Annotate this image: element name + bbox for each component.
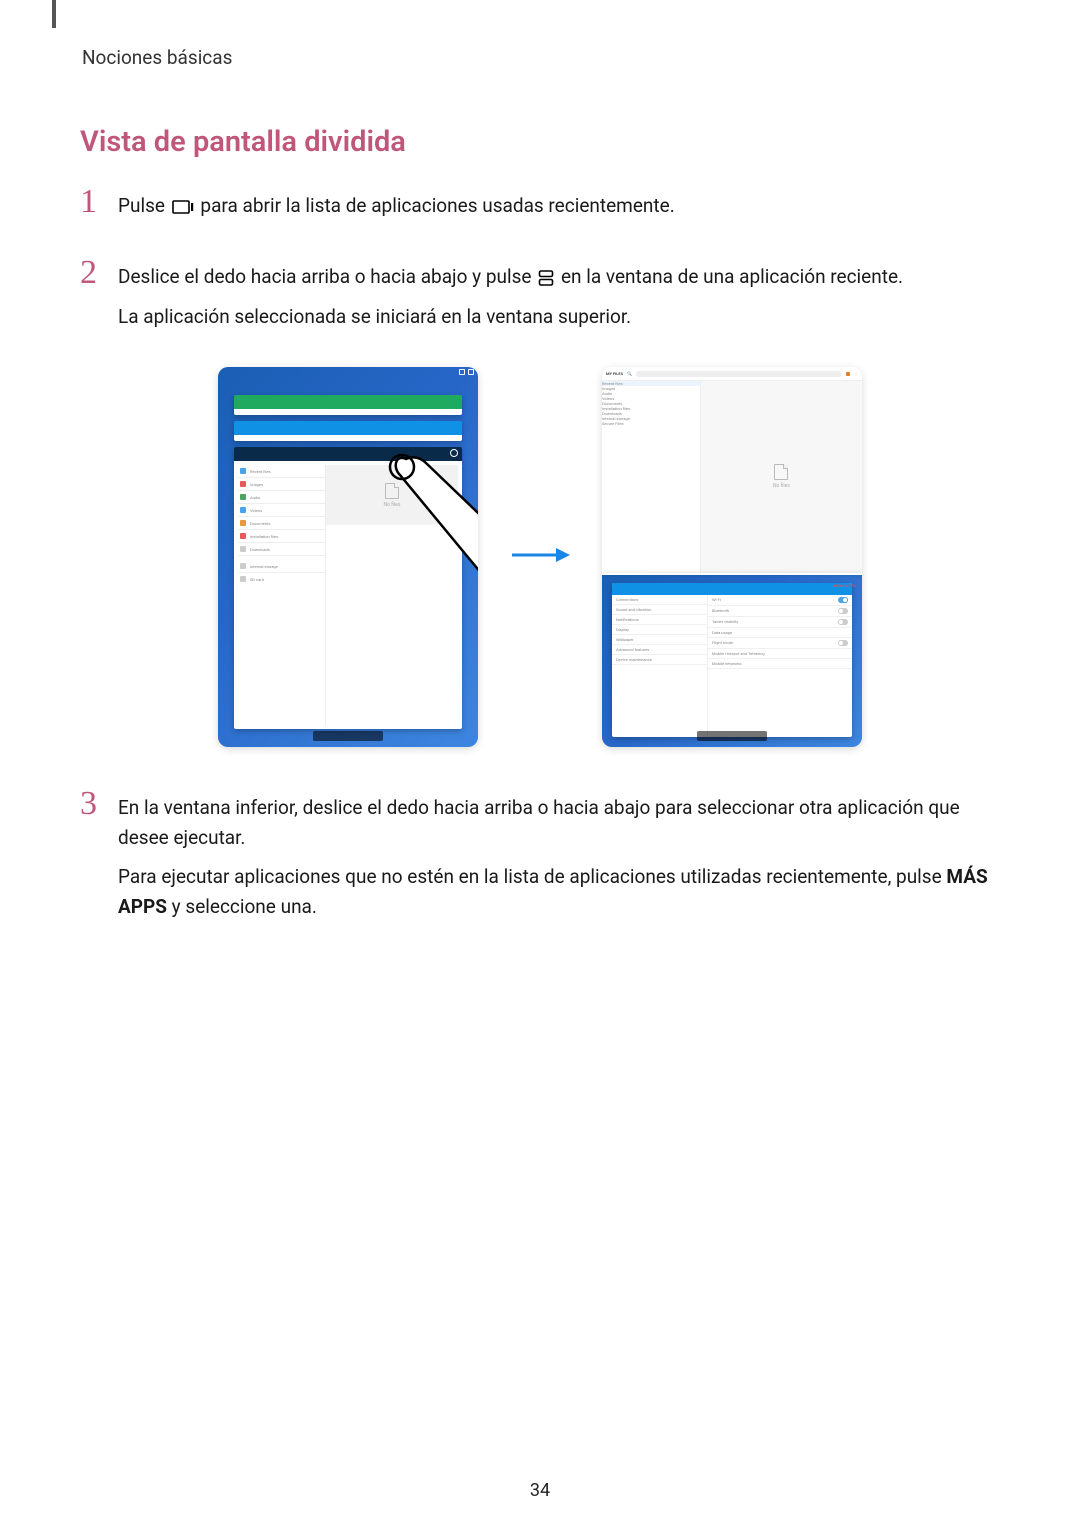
list-item: Internal storage — [250, 564, 278, 569]
split-bottom-pane: MORE APPS Connections Sound and vibratio… — [602, 573, 862, 748]
text: Deslice el dedo hacia arriba o hacia aba… — [118, 265, 536, 288]
settings-value: Mobile Hotspot and Tethering — [712, 651, 765, 656]
section-title: Vista de pantalla dividida — [80, 125, 1000, 159]
tablet-after: MY FILES 🔍 ⋮ Recent files Images Audio V… — [602, 367, 862, 747]
list-item: Downloads — [250, 547, 270, 552]
arrow-right-icon — [510, 545, 570, 569]
step-body: Pulse para abrir la lista de aplicacione… — [118, 185, 1000, 230]
text: para abrir la lista de aplicaciones usad… — [200, 194, 674, 217]
tablet-before: Recent files Images Audio Videos Documen… — [218, 367, 478, 747]
split-view-icon[interactable] — [450, 449, 458, 457]
settings-value: Flight mode — [712, 640, 733, 645]
step-number: 1 — [80, 185, 102, 230]
settings-value: Bluetooth — [712, 608, 729, 613]
list-item[interactable]: Secure Files — [602, 421, 624, 426]
step-number: 2 — [80, 256, 102, 341]
settings-value: Data usage — [712, 630, 732, 635]
list-item: SD card — [250, 577, 264, 582]
page-tab-mark — [52, 0, 56, 28]
recent-apps-icon — [172, 193, 194, 207]
text: Pulse — [118, 194, 170, 217]
page-number: 34 — [0, 1480, 1080, 1501]
settings-value: Tablet visibility — [712, 619, 738, 624]
text: y seleccione una. — [167, 895, 317, 918]
toggle[interactable] — [838, 640, 848, 646]
text: En la ventana inferior, deslice el dedo … — [118, 793, 1000, 852]
close-all-button[interactable] — [313, 731, 383, 741]
settings-item[interactable]: Connections — [616, 597, 638, 602]
action-icon[interactable] — [846, 372, 850, 376]
text: La aplicación seleccionada se iniciará e… — [118, 302, 1000, 331]
step-1: 1 Pulse para abrir la lista de aplicacio… — [80, 185, 1000, 230]
step-body: En la ventana inferior, deslice el dedo … — [118, 787, 1000, 931]
illustration: Recent files Images Audio Videos Documen… — [80, 367, 1000, 747]
list-item: Documents — [250, 521, 270, 526]
toggle[interactable] — [838, 608, 848, 614]
list-item: Recent files — [250, 469, 271, 474]
step-number: 3 — [80, 787, 102, 931]
step-2: 2 Deslice el dedo hacia arriba o hacia a… — [80, 256, 1000, 341]
list-item: Images — [250, 482, 263, 487]
toggle[interactable] — [838, 619, 848, 625]
placeholder-text: No files — [773, 483, 790, 489]
settings-item[interactable]: Device maintenance — [616, 657, 652, 662]
menu-icon[interactable]: ⋮ — [854, 371, 858, 376]
split-divider[interactable] — [602, 573, 862, 575]
close-all-button[interactable] — [697, 731, 767, 741]
step-3: 3 En la ventana inferior, deslice el ded… — [80, 787, 1000, 931]
file-icon — [774, 464, 788, 480]
split-view-icon — [538, 265, 554, 281]
settings-item[interactable]: Advanced features — [616, 647, 649, 652]
more-apps-button[interactable]: MORE APPS — [834, 583, 856, 588]
settings-item[interactable]: Wallpaper — [616, 637, 634, 642]
text: en la ventana de una aplicación reciente… — [561, 265, 903, 288]
running-header: Nociones básicas — [82, 46, 1000, 69]
app-title: MY FILES — [606, 371, 623, 376]
split-top-pane: MY FILES 🔍 ⋮ Recent files Images Audio V… — [602, 367, 862, 572]
step-body: Deslice el dedo hacia arriba o hacia aba… — [118, 256, 1000, 341]
settings-item[interactable]: Sound and vibration — [616, 607, 651, 612]
settings-value: Wi-Fi — [712, 597, 721, 602]
list-item: Audio — [250, 495, 260, 500]
settings-value: Mobile networks — [712, 661, 741, 666]
app-card-header — [234, 421, 462, 435]
list-item: Videos — [250, 508, 262, 513]
toggle[interactable] — [838, 597, 848, 603]
page: Nociones básicas Vista de pantalla divid… — [0, 0, 1080, 1527]
text: Para ejecutar aplicaciones que no estén … — [118, 865, 946, 888]
app-card-header — [234, 447, 462, 461]
placeholder-text: No files — [384, 502, 401, 508]
search-input[interactable] — [636, 371, 842, 377]
file-icon — [385, 483, 399, 499]
settings-item[interactable]: Display — [616, 627, 629, 632]
list-item: Installation files — [250, 534, 278, 539]
app-card-header — [234, 395, 462, 409]
settings-item[interactable]: Notifications — [616, 617, 639, 622]
app-card-header — [612, 583, 852, 595]
